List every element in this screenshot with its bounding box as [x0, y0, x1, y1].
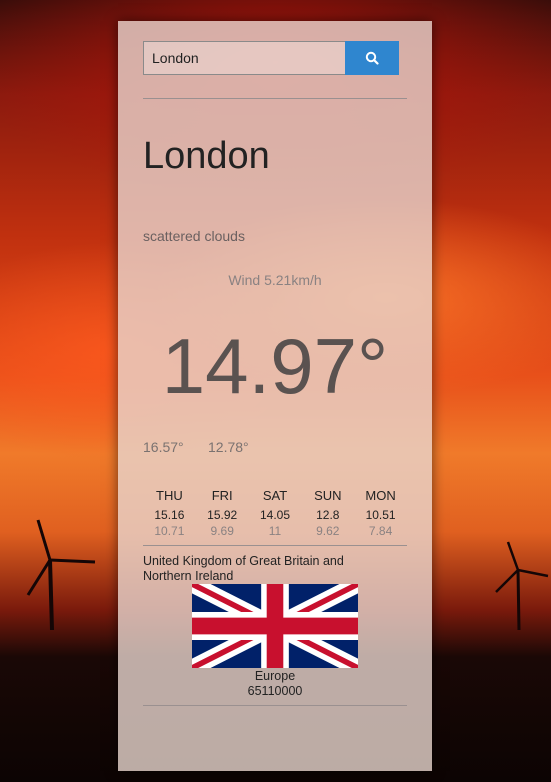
- country-name: United Kingdom of Great Britain and Nort…: [143, 554, 344, 583]
- forecast-high: 15.16: [154, 508, 185, 522]
- current-temperature: 14.97°: [161, 322, 389, 410]
- temperature-min: 16.57°: [143, 439, 184, 455]
- forecast-day-name: FRI: [211, 488, 233, 503]
- forecast-day-name: THU: [156, 488, 183, 503]
- country-population: 65110000: [247, 684, 303, 698]
- forecast-list: THU 15.16 10.71 FRI 15.92 9.69 SAT 14.05…: [143, 488, 407, 538]
- forecast-low: 7.84: [368, 524, 393, 538]
- forecast-high: 14.05: [259, 508, 290, 522]
- forecast-high: 15.92: [207, 508, 238, 522]
- city-name: London: [143, 135, 270, 177]
- search-bar: [143, 41, 399, 75]
- forecast-day: THU 15.16 10.71: [143, 488, 196, 538]
- divider: [143, 705, 407, 706]
- forecast-day: FRI 15.92 9.69: [196, 488, 249, 538]
- weather-description: scattered clouds: [143, 228, 245, 244]
- forecast-low: 10.71: [154, 524, 185, 538]
- wind-speed: Wind 5.21km/h: [228, 272, 322, 288]
- country-region: Europe: [254, 669, 296, 683]
- forecast-day-name: MON: [365, 488, 396, 503]
- forecast-day: SAT 14.05 11: [249, 488, 302, 538]
- forecast-low: 11: [268, 524, 282, 538]
- forecast-day-name: SUN: [314, 488, 342, 503]
- weather-card: London scattered clouds Wind 5.21km/h 14…: [118, 21, 432, 771]
- temperature-max: 12.78°: [208, 439, 249, 455]
- forecast-high: 10.51: [365, 508, 396, 522]
- forecast-low: 9.69: [210, 524, 234, 538]
- forecast-day-name: SAT: [262, 488, 288, 503]
- search-input[interactable]: [143, 41, 345, 75]
- forecast-day: MON 10.51 7.84: [354, 488, 407, 538]
- search-button[interactable]: [345, 41, 399, 75]
- search-icon: [365, 51, 379, 65]
- wind-turbine-left: [26, 519, 96, 630]
- union-jack-flag-icon: [192, 584, 358, 668]
- forecast-day: SUN 12.8 9.62: [301, 488, 354, 538]
- forecast-high: 12.8: [316, 508, 340, 522]
- divider: [143, 98, 407, 99]
- wind-turbine-right: [495, 541, 549, 630]
- divider: [143, 545, 407, 546]
- forecast-low: 9.62: [316, 524, 340, 538]
